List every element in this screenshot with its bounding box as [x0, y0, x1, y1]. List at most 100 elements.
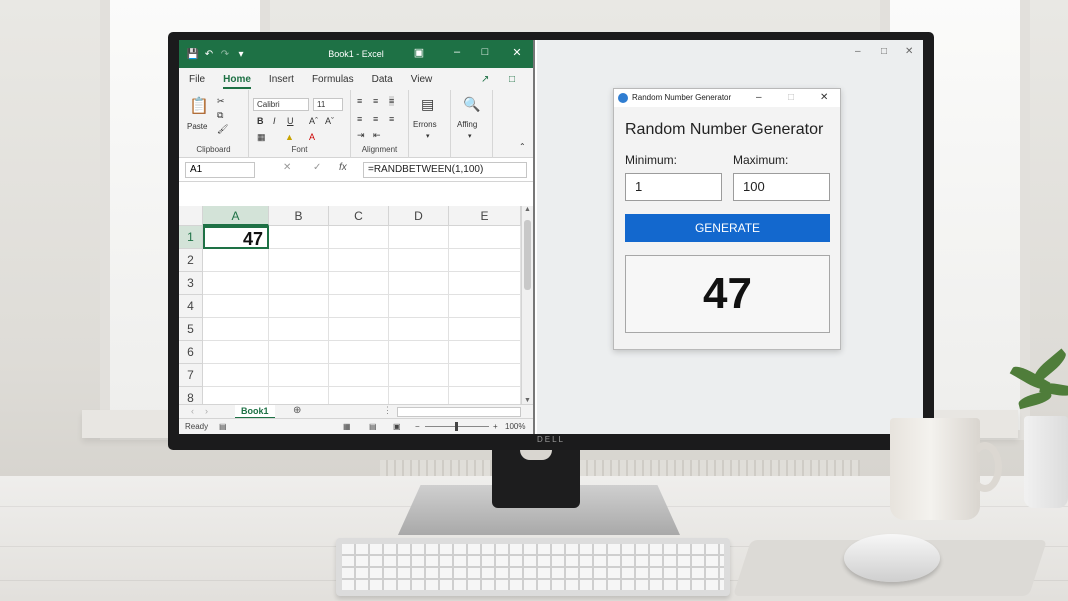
- pane-close-icon[interactable]: ✕: [905, 46, 913, 57]
- increase-font-icon[interactable]: Aˆ: [309, 116, 318, 126]
- minimize-icon[interactable]: –: [449, 46, 465, 58]
- generate-button[interactable]: GENERATE: [625, 214, 830, 242]
- grid-cell[interactable]: [203, 295, 269, 318]
- maximize-icon[interactable]: □: [477, 46, 493, 58]
- zoom-level[interactable]: 100%: [505, 419, 525, 434]
- customize-qat-icon[interactable]: ▾: [233, 49, 249, 60]
- pane-maximize-icon[interactable]: □: [881, 46, 887, 57]
- grid-cell[interactable]: [449, 364, 521, 387]
- grid-cell[interactable]: [269, 226, 329, 249]
- sheet-next-icon[interactable]: ›: [205, 406, 208, 416]
- align-bottom-icon[interactable]: ≡: [389, 96, 395, 106]
- rng-close-icon[interactable]: ✕: [820, 92, 828, 103]
- insert-function-icon[interactable]: fx: [339, 162, 347, 173]
- grid-cell[interactable]: [389, 295, 449, 318]
- normal-view-icon[interactable]: ▦: [343, 419, 351, 434]
- grid-cell[interactable]: [329, 272, 389, 295]
- grid-cell[interactable]: [329, 249, 389, 272]
- column-header-e[interactable]: E: [449, 206, 521, 226]
- grid-cell[interactable]: [269, 249, 329, 272]
- grid-cell[interactable]: [269, 295, 329, 318]
- undo-icon[interactable]: ↶: [201, 49, 217, 60]
- grid-cell[interactable]: [203, 249, 269, 272]
- grid-cell[interactable]: [203, 272, 269, 295]
- grid-cell[interactable]: [269, 364, 329, 387]
- paste-label[interactable]: Paste: [187, 122, 207, 131]
- zoom-slider-thumb[interactable]: [455, 422, 458, 431]
- row-header-8[interactable]: 8: [179, 387, 203, 404]
- font-color-icon[interactable]: A: [309, 132, 315, 142]
- sheet-tab-book1[interactable]: Book1: [235, 405, 275, 419]
- cell-a1[interactable]: 47: [203, 226, 269, 249]
- split-handle-icon[interactable]: ⋮: [383, 405, 392, 416]
- tab-view[interactable]: View: [411, 74, 433, 85]
- grid-cell[interactable]: [389, 387, 449, 404]
- grid-cell[interactable]: [449, 295, 521, 318]
- grid-cell[interactable]: [389, 249, 449, 272]
- grid-cell[interactable]: [329, 226, 389, 249]
- grid-cell[interactable]: [329, 341, 389, 364]
- borders-icon[interactable]: ▦: [257, 132, 266, 143]
- tab-formulas[interactable]: Formulas: [312, 74, 354, 85]
- grid-cell[interactable]: [449, 341, 521, 364]
- row-header-6[interactable]: 6: [179, 341, 203, 364]
- bold-icon[interactable]: B: [257, 116, 264, 126]
- grid-cell[interactable]: [389, 364, 449, 387]
- affing-label[interactable]: Affing: [457, 120, 477, 129]
- grid-cell[interactable]: [389, 272, 449, 295]
- font-name-select[interactable]: Calibri: [253, 98, 309, 111]
- redo-icon[interactable]: ↷: [217, 49, 233, 60]
- align-left-icon[interactable]: ≡: [357, 114, 362, 124]
- tab-file[interactable]: File: [189, 74, 205, 85]
- grid-cell[interactable]: [269, 272, 329, 295]
- grid-cell[interactable]: [329, 318, 389, 341]
- grid-cell[interactable]: [449, 226, 521, 249]
- font-size-select[interactable]: 11: [313, 98, 343, 111]
- share-icon[interactable]: ↗: [481, 74, 489, 85]
- zoom-in-icon[interactable]: +: [493, 419, 498, 434]
- maximum-input[interactable]: 100: [733, 173, 830, 201]
- ribbon-display-icon[interactable]: ▣: [411, 46, 427, 59]
- row-header-7[interactable]: 7: [179, 364, 203, 387]
- tab-home[interactable]: Home: [223, 74, 251, 89]
- page-layout-icon[interactable]: ▤: [369, 419, 377, 434]
- paste-icon[interactable]: 📋: [189, 96, 209, 116]
- grid-cell[interactable]: [389, 226, 449, 249]
- horizontal-scrollbar[interactable]: [397, 407, 521, 417]
- grid-cell[interactable]: [329, 387, 389, 404]
- rng-maximize-icon[interactable]: □: [788, 92, 794, 103]
- tab-insert[interactable]: Insert: [269, 74, 294, 85]
- add-sheet-icon[interactable]: ⊕: [293, 405, 301, 416]
- underline-icon[interactable]: U: [287, 116, 294, 126]
- copy-icon[interactable]: ⧉: [217, 110, 223, 121]
- grid-cell[interactable]: [269, 341, 329, 364]
- grid-cell[interactable]: [269, 387, 329, 404]
- grid-cell[interactable]: [203, 387, 269, 404]
- errors-icon[interactable]: ▤: [421, 96, 434, 113]
- name-box[interactable]: A1: [185, 162, 255, 178]
- tab-data[interactable]: Data: [372, 74, 393, 85]
- align-center-icon[interactable]: ≡: [373, 114, 378, 124]
- decrease-font-icon[interactable]: Aˇ: [325, 116, 334, 126]
- minimum-input[interactable]: 1: [625, 173, 722, 201]
- column-header-d[interactable]: D: [389, 206, 449, 226]
- indent-icon[interactable]: ⇥: [357, 130, 365, 141]
- grid-cell[interactable]: [449, 272, 521, 295]
- column-header-c[interactable]: C: [329, 206, 389, 226]
- format-painter-icon[interactable]: 🖌: [217, 124, 228, 135]
- rng-minimize-icon[interactable]: –: [756, 92, 762, 103]
- grid-cell[interactable]: [449, 249, 521, 272]
- column-header-a[interactable]: A: [203, 206, 269, 226]
- grid-cell[interactable]: [203, 341, 269, 364]
- row-header-4[interactable]: 4: [179, 295, 203, 318]
- pane-minimize-icon[interactable]: –: [855, 46, 861, 57]
- grid-cell[interactable]: [449, 387, 521, 404]
- affing-dropdown-icon[interactable]: ▾: [468, 132, 472, 140]
- vertical-scrollbar[interactable]: ▲ ▼: [521, 206, 533, 404]
- grid-cell[interactable]: [203, 318, 269, 341]
- save-icon[interactable]: 💾: [185, 49, 201, 60]
- formula-cancel-icon[interactable]: ✕: [283, 162, 291, 173]
- accessibility-icon[interactable]: ▤: [219, 419, 227, 434]
- column-header-b[interactable]: B: [269, 206, 329, 226]
- formula-input[interactable]: =RANDBETWEEN(1,100): [363, 162, 527, 178]
